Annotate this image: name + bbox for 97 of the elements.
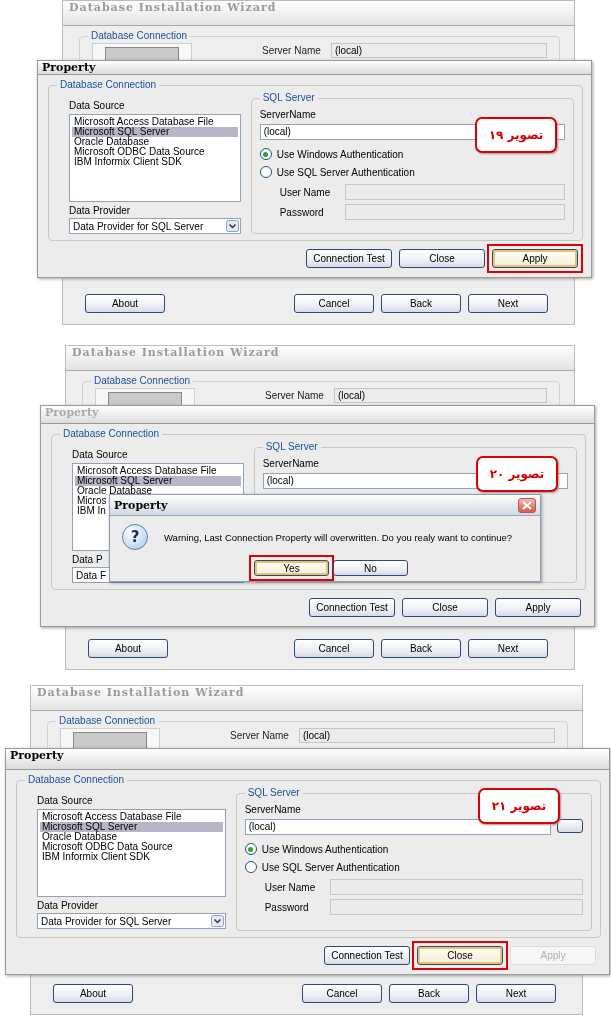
window-title: Property (41, 406, 594, 424)
callout: تصویر ۱۹ (475, 117, 557, 153)
field-label: Data Provider (37, 900, 100, 911)
chevron-icon (210, 915, 224, 927)
field-label: Server Name (230, 730, 289, 741)
group-title: Database Connection (57, 79, 160, 90)
list-item[interactable]: Microsoft SQL Server (75, 476, 241, 486)
list-item[interactable]: Microsoft Access Database File (40, 812, 182, 822)
list-item[interactable]: Oracle Database (75, 486, 153, 496)
list-item[interactable]: Microsoft SQL Server (72, 127, 238, 137)
wizard-button[interactable]: About (53, 984, 133, 1003)
wizard-button[interactable]: Next (468, 639, 548, 658)
callout: تصویر ۲۱ (478, 788, 560, 824)
dialog-button[interactable]: Close (402, 598, 488, 617)
list-item[interactable]: Microsoft SQL Server (40, 822, 223, 832)
message-button[interactable]: Yes (254, 560, 329, 576)
dialog-button[interactable]: Connection Test (309, 598, 395, 617)
radio-label: Use Windows Authentication (261, 843, 389, 855)
window-title: Database Installation Wizard (31, 686, 582, 711)
window-title: Property (114, 498, 168, 512)
list-item[interactable]: Microsoft Access Database File (72, 117, 214, 127)
close-button[interactable] (518, 497, 536, 513)
list-item[interactable]: Micros (75, 496, 107, 506)
radio-button[interactable] (244, 861, 257, 873)
radio-label: Use Windows Authentication (276, 148, 404, 160)
field-label: Password (264, 901, 310, 913)
server-name-field[interactable]: (local) (333, 388, 547, 403)
list-item[interactable]: Oracle Database (40, 832, 118, 842)
wizard-button[interactable]: Cancel (302, 984, 382, 1003)
group-title: Database Connection (56, 715, 159, 726)
dialog-button[interactable]: Apply (492, 249, 578, 268)
wizard-button[interactable]: Back (389, 984, 469, 1003)
list-item[interactable]: Microsoft ODBC Data Source (72, 147, 205, 157)
wizard-button[interactable]: Back (381, 639, 461, 658)
window-title: Database Installation Wizard (66, 346, 574, 371)
field-label: ServerName (244, 804, 301, 815)
window-title: Property (38, 61, 591, 75)
close-icon (522, 500, 532, 510)
dialog-button[interactable]: Close (417, 946, 503, 965)
radio-button[interactable] (259, 148, 272, 160)
group-title: Database Connection (60, 428, 163, 439)
password-field[interactable] (329, 899, 583, 915)
wizard-button[interactable]: Cancel (294, 294, 374, 313)
wizard-button[interactable]: Back (381, 294, 461, 313)
field-label: Data Source (72, 449, 129, 460)
dialog-button[interactable]: Connection Test (324, 946, 410, 965)
group-title: SQL Server (262, 441, 321, 452)
callout: تصویر ۲۰ (476, 456, 558, 492)
field-label: Data Source (37, 795, 94, 806)
question-icon: ? (122, 524, 148, 550)
field-label: User Name (264, 881, 317, 893)
radio-button[interactable] (244, 843, 257, 855)
password-field[interactable] (344, 204, 565, 220)
group-title: Database Connection (91, 375, 194, 386)
field-label: Server Name (265, 390, 324, 401)
group-title: Database Connection (88, 30, 191, 41)
wizard-button[interactable]: Next (468, 294, 548, 313)
user-name-field[interactable] (329, 879, 583, 895)
window-title: Property (6, 749, 609, 770)
list-item[interactable]: IBM Informix Client SDK (72, 157, 182, 167)
dropdown[interactable]: Data Provider for SQL Server (37, 913, 226, 929)
list-item[interactable]: Microsoft ODBC Data Source (40, 842, 173, 852)
group-title: SQL Server (244, 787, 303, 798)
window-title: Database Installation Wizard (63, 1, 574, 26)
dialog-button[interactable]: Connection Test (306, 249, 392, 268)
dropdown[interactable]: Data Provider for SQL Server (69, 218, 241, 234)
browse-button[interactable] (557, 819, 583, 833)
radio-label: Use SQL Server Authentication (261, 861, 400, 873)
wizard-button[interactable]: About (88, 639, 168, 658)
list-item[interactable]: Microsoft Access Database File (75, 466, 217, 476)
server-name-field[interactable]: (local) (330, 43, 547, 58)
field-label: Data Source (69, 100, 126, 111)
list-item[interactable]: IBM In (75, 506, 106, 516)
wizard-button[interactable]: Next (476, 984, 556, 1003)
radio-button[interactable] (259, 166, 272, 178)
field-label: Data Provider (69, 205, 132, 216)
list-item[interactable]: IBM Informix Client SDK (40, 852, 150, 862)
server-name-field[interactable]: (local) (244, 819, 551, 835)
group-title: SQL Server (259, 92, 318, 103)
dialog-button[interactable]: Close (399, 249, 485, 268)
field-label: ServerName (262, 458, 319, 469)
group-title: Database Connection (25, 774, 128, 785)
server-name-field[interactable]: (local) (298, 728, 555, 743)
message-text: Warning, Last Connection Property will overwritten. Do you realy want to continue? (164, 531, 513, 543)
field-label: Server Name (262, 45, 321, 56)
wizard-button[interactable]: About (85, 294, 165, 313)
field-label: Data P (72, 554, 104, 565)
dialog-button[interactable]: Apply (495, 598, 581, 617)
list-item[interactable]: Oracle Database (72, 137, 150, 147)
radio-label: Use SQL Server Authentication (276, 166, 415, 178)
field-label: User Name (279, 186, 332, 198)
chevron-icon (225, 220, 239, 232)
message-button[interactable]: No (333, 560, 408, 576)
field-label: Password (279, 206, 325, 218)
user-name-field[interactable] (344, 184, 565, 200)
wizard-button[interactable]: Cancel (294, 639, 374, 658)
field-label: ServerName (259, 109, 316, 120)
